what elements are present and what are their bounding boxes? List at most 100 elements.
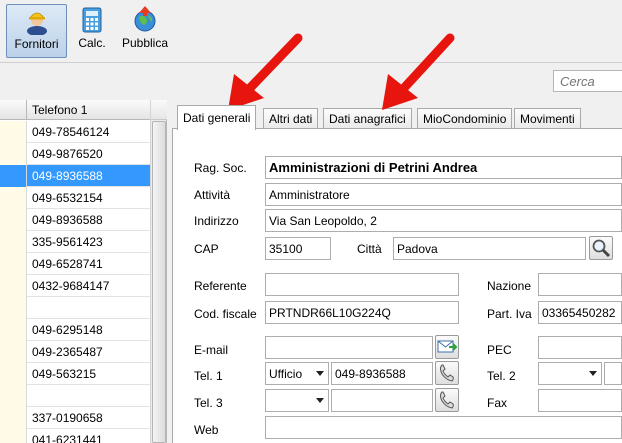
- table-row[interactable]: 049-78546124: [0, 121, 150, 143]
- tab-movimenti[interactable]: Movimenti: [514, 108, 581, 129]
- phone-cell: 049-8936588: [32, 213, 103, 227]
- referente-field[interactable]: [265, 273, 459, 296]
- web-field[interactable]: [265, 416, 622, 439]
- phone-cell: 337-0190658: [32, 411, 103, 425]
- row-marker-cell[interactable]: [0, 187, 27, 209]
- table-row[interactable]: 049-6528741: [0, 253, 150, 275]
- chevron-down-icon: [316, 398, 324, 403]
- table-row[interactable]: 337-0190658: [0, 407, 150, 429]
- tel1-type-select[interactable]: Ufficio: [265, 362, 329, 385]
- row-marker-cell[interactable]: [0, 231, 27, 253]
- column-header-telefono[interactable]: Telefono 1: [32, 103, 87, 117]
- table-row[interactable]: 335-9561423: [0, 231, 150, 253]
- table-row[interactable]: 041-6231441: [0, 429, 150, 443]
- calc-button[interactable]: Calc.: [72, 4, 112, 58]
- tel1-label: Tel. 1: [194, 369, 223, 383]
- tab-miocondominio[interactable]: MioCondominio: [417, 108, 513, 129]
- fornitori-button[interactable]: Fornitori: [6, 4, 67, 58]
- search-bar: [0, 62, 622, 98]
- table-row[interactable]: 049-6295148: [0, 319, 150, 341]
- phone-cell: 335-9561423: [32, 235, 103, 249]
- email-field[interactable]: [265, 336, 433, 359]
- cod-fiscale-field[interactable]: PRTNDR66L10G224Q: [265, 301, 459, 324]
- grid-scrollbar[interactable]: [150, 100, 167, 443]
- row-marker-cell[interactable]: [0, 407, 27, 429]
- row-marker-cell[interactable]: [0, 165, 27, 187]
- phone-cell: 049-6295148: [32, 323, 103, 337]
- phone-cell: 049-8936588: [32, 169, 103, 183]
- cod-fiscale-label: Cod. fiscale: [194, 307, 257, 321]
- email-label: E-mail: [194, 343, 229, 357]
- calc-label: Calc.: [78, 36, 106, 50]
- call-tel1-button[interactable]: [435, 361, 459, 385]
- tel3-label: Tel. 3: [194, 396, 223, 410]
- phone-cell: 049-6532154: [32, 191, 103, 205]
- row-marker-cell[interactable]: [0, 319, 27, 341]
- attivita-label: Attività: [194, 188, 231, 202]
- fornitori-label: Fornitori: [14, 37, 59, 51]
- cap-field[interactable]: 35100: [265, 237, 331, 260]
- table-row[interactable]: 049-6532154: [0, 187, 150, 209]
- chevron-down-icon: [316, 371, 324, 376]
- table-row[interactable]: 049-8936588: [0, 165, 150, 187]
- row-marker-cell[interactable]: [0, 275, 27, 297]
- call-tel3-button[interactable]: [435, 388, 459, 412]
- table-row[interactable]: 049-2365487: [0, 341, 150, 363]
- citta-label: Città: [357, 242, 382, 256]
- grid-header: Telefono 1: [0, 100, 150, 120]
- referente-label: Referente: [194, 279, 247, 293]
- tel1-field[interactable]: 049-8936588: [331, 362, 433, 385]
- row-marker-cell[interactable]: [0, 385, 27, 407]
- fax-label: Fax: [487, 396, 508, 410]
- phone-cell: 049-78546124: [32, 125, 110, 139]
- tab-altri-dati[interactable]: Altri dati: [263, 108, 319, 129]
- part-iva-field[interactable]: 03365450282: [538, 301, 622, 324]
- pubblica-button[interactable]: Pubblica: [118, 4, 172, 58]
- grid-rows: 049-78546124 049-9876520 049-8936588 049-65…: [0, 121, 150, 443]
- row-marker-cell[interactable]: [0, 297, 27, 319]
- search-input[interactable]: [553, 70, 622, 92]
- globe-upload-icon: [134, 6, 156, 32]
- pec-label: PEC: [487, 343, 512, 357]
- row-marker-cell[interactable]: [0, 341, 27, 363]
- row-marker-cell[interactable]: [0, 253, 27, 275]
- row-marker-cell[interactable]: [0, 209, 27, 231]
- row-marker-cell[interactable]: [0, 143, 27, 165]
- tab-dati-generali[interactable]: Dati generali: [177, 105, 257, 130]
- table-row[interactable]: [0, 297, 150, 319]
- nazione-field[interactable]: [538, 273, 622, 296]
- rag-soc-field[interactable]: Amministrazioni di Petrini Andrea: [265, 156, 622, 179]
- pec-field[interactable]: [538, 336, 622, 359]
- phone-cell: 049-563215: [32, 367, 97, 381]
- tel2-label: Tel. 2: [487, 369, 516, 383]
- row-marker-cell[interactable]: [0, 429, 27, 443]
- email-send-icon: [437, 340, 458, 353]
- tel3-field[interactable]: [331, 389, 433, 412]
- scroll-thumb[interactable]: [152, 121, 166, 443]
- indirizzo-field[interactable]: Via San Leopoldo, 2: [265, 209, 622, 232]
- search-city-button[interactable]: [589, 236, 613, 260]
- part-iva-label: Part. Iva: [487, 307, 532, 321]
- attivita-field[interactable]: Amministratore: [265, 183, 622, 206]
- table-row[interactable]: 0432-9684147: [0, 275, 150, 297]
- worker-icon: [26, 12, 47, 35]
- tab-dati-anagrafici[interactable]: Dati anagrafici: [323, 108, 412, 129]
- cap-label: CAP: [194, 242, 219, 256]
- fax-field[interactable]: [538, 389, 622, 412]
- table-row[interactable]: [0, 385, 150, 407]
- row-marker-cell[interactable]: [0, 363, 27, 385]
- phone-icon: [440, 364, 454, 382]
- table-row[interactable]: 049-8936588: [0, 209, 150, 231]
- table-row[interactable]: 049-9876520: [0, 143, 150, 165]
- toolbar: Fornitori Calc. Pubblica: [0, 0, 622, 62]
- phone-cell: 049-2365487: [32, 345, 103, 359]
- table-row[interactable]: 049-563215: [0, 363, 150, 385]
- phone-cell: 041-6231441: [32, 433, 103, 443]
- row-marker-cell[interactable]: [0, 121, 27, 143]
- tel2-field[interactable]: [604, 362, 622, 385]
- tel2-type-select[interactable]: [538, 362, 602, 385]
- citta-field[interactable]: Padova: [393, 237, 586, 260]
- send-email-button[interactable]: [435, 335, 459, 359]
- scroll-up-button[interactable]: [151, 100, 167, 120]
- tel3-type-select[interactable]: [265, 389, 329, 412]
